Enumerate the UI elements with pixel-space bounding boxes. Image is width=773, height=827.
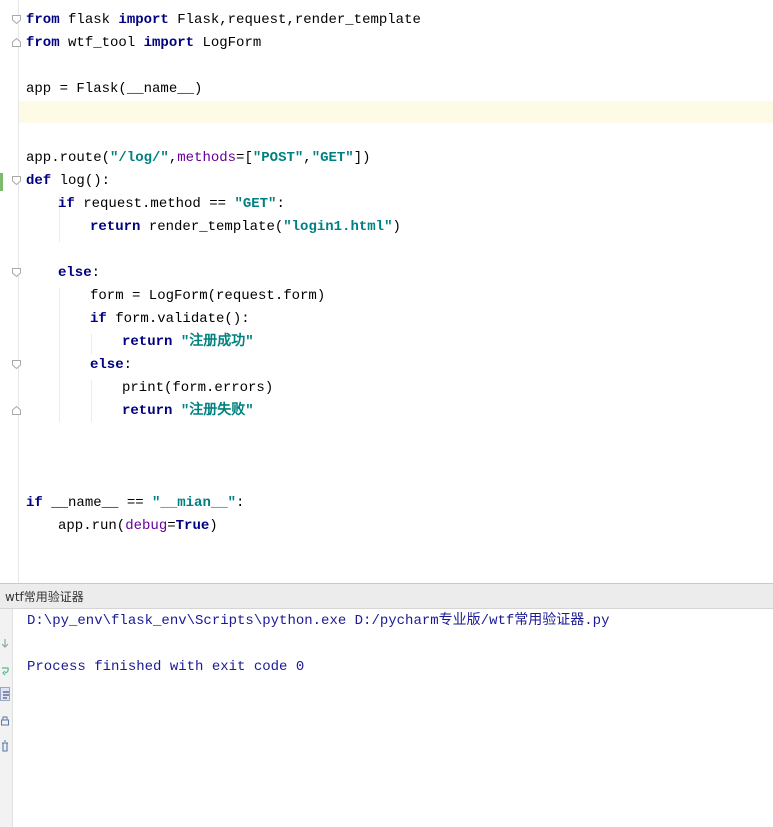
code-text: __name__ == [42,495,153,511]
code-line-14: if form.validate(): [90,308,250,331]
code-text: request.method == [74,196,235,212]
caret-row-highlight [19,101,773,123]
code-line-4: app = Flask(__name__) [26,78,202,101]
indent-guide [91,380,92,422]
code-text: render_template( [140,219,284,235]
code-text: , [168,150,178,166]
code-text: Flask,request,render_template [168,12,421,28]
wrap-icon[interactable] [0,665,10,679]
string-literal: "注册失败" [180,403,254,419]
trash-icon[interactable] [0,739,10,753]
console-exit-message: Process finished with exit code 0 [27,659,305,675]
code-text: : [123,357,133,373]
code-text: wtf_tool [59,35,144,51]
run-tool-window-header[interactable]: wtf常用验证器 [0,583,773,609]
keyword-argument: methods [177,150,237,166]
keyword: return [122,403,173,419]
fold-end-icon[interactable] [12,406,21,415]
indent-guide [59,288,60,422]
keyword: from [26,35,60,51]
code-line-23: app.run(debug=True) [58,515,218,538]
code-text: LogForm [194,35,262,51]
code-text: ) [392,219,401,235]
code-line-12: else: [58,262,100,285]
code-text: app = Flask(__name__) [26,81,203,97]
keyword: if [26,495,43,511]
code-line-1: from flask import Flask,request,render_t… [26,9,421,32]
fold-start-icon[interactable] [12,15,21,24]
code-line-16: else: [90,354,132,377]
code-line-17: print(form.errors) [122,377,273,400]
code-line-10: return render_template("login1.html") [90,216,401,239]
code-text: app.route( [26,150,111,166]
keyword: def [26,173,52,189]
code-line-18: return "注册失败" [122,400,254,423]
change-marker [0,173,3,191]
string-literal: "注册成功" [180,334,254,350]
run-console[interactable]: D:\py_env\flask_env\Scripts\python.exe D… [0,609,773,827]
soft-wrap-toggle-icon[interactable] [0,687,10,701]
indent-guide [91,334,92,354]
code-text: : [236,495,245,511]
keyword: return [122,334,173,350]
code-text: flask [59,12,119,28]
keyword: else [58,265,92,281]
code-line-7: app.route("/log/",methods=["POST","GET"]… [26,147,371,170]
string-literal: "__mian__" [152,495,237,511]
print-icon[interactable] [0,715,10,729]
console-command-line: D:\py_env\flask_env\Scripts\python.exe D… [27,613,610,629]
code-line-22: if __name__ == "__mian__": [26,492,244,515]
keyword: if [58,196,75,212]
code-editor[interactable]: from flask import Flask,request,render_t… [0,0,773,583]
keyword: if [90,311,107,327]
keyword: return [90,219,141,235]
keyword: from [26,12,60,28]
fold-start-icon[interactable] [12,268,21,277]
code-text: form = LogForm(request.form) [90,288,326,304]
scroll-down-icon[interactable] [0,637,10,651]
code-text: app.run( [58,518,126,534]
code-text: ]) [353,150,371,166]
code-line-9: if request.method == "GET": [58,193,285,216]
code-text: , [303,150,312,166]
fold-end-icon[interactable] [12,38,21,47]
string-literal: "GET" [311,150,354,166]
code-line-15: return "注册成功" [122,331,254,354]
code-text: =[ [236,150,253,166]
string-literal: "POST" [252,150,304,166]
code-line-2: from wtf_tool import LogForm [26,32,261,55]
string-literal: "/log/" [110,150,169,166]
keyword: True [175,518,210,534]
keyword: import [143,35,195,51]
keyword: import [118,12,169,28]
code-text: : [91,265,101,281]
fold-start-icon[interactable] [12,360,21,369]
code-line-8: def log(): [26,170,110,193]
code-text: ) [209,518,218,534]
string-literal: "GET" [234,196,277,212]
string-literal: "login1.html" [283,219,393,235]
fold-start-icon[interactable] [12,176,21,185]
code-text: = [167,518,176,534]
run-tool-window-title: wtf常用验证器 [5,590,84,604]
code-text: : [276,196,285,212]
editor-gutter [0,0,19,583]
code-text: print(form.errors) [122,380,274,396]
keyword: else [90,357,124,373]
code-line-13: form = LogForm(request.form) [90,285,325,308]
code-text: log(): [51,173,111,189]
code-text: form.validate(): [106,311,250,327]
keyword-argument: debug [125,518,168,534]
